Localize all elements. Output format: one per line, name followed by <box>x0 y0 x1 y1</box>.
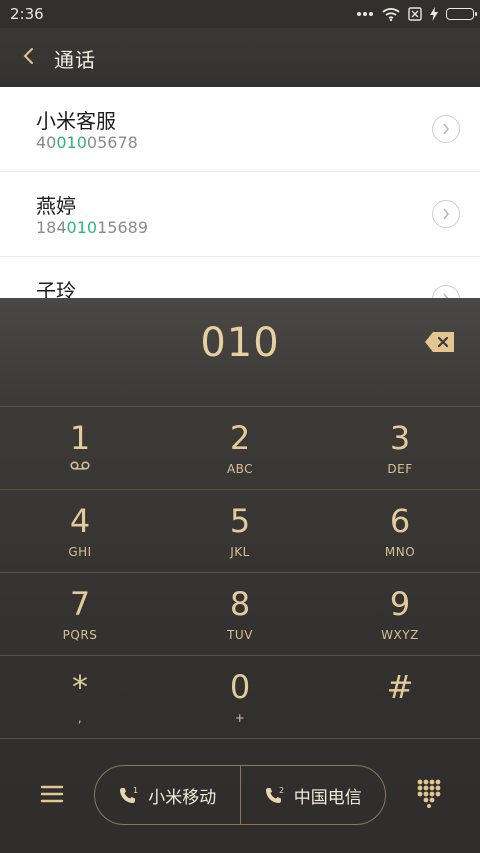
contact-match-list: 小米客服 4001005678 燕婷 18401015689 子玲 <box>0 87 480 298</box>
call-sim2-button[interactable]: 2 中国电信 <box>239 766 386 824</box>
keypad-row: 7 PQRS 8 TUV 9 WXYZ <box>0 573 480 656</box>
contact-name: 小米客服 <box>36 109 116 133</box>
key-digit: 5 <box>229 502 251 540</box>
dialer-bottom-bar: 1 小米移动 2 中国电信 <box>0 738 480 853</box>
key-letters: , <box>77 711 83 725</box>
dialer-panel: 010 1 2 ABC 3 DEF 4 GHI 5 JKL 6 MNO 7 PQ… <box>0 298 480 853</box>
key-letters: + <box>234 711 246 725</box>
dialpad-icon <box>417 779 441 808</box>
voicemail-icon <box>0 461 160 470</box>
dial-input[interactable]: 010 <box>0 320 480 366</box>
chevron-right-icon <box>443 208 449 220</box>
contact-row[interactable]: 燕婷 18401015689 <box>0 172 480 257</box>
contact-row[interactable]: 小米客服 4001005678 <box>0 87 480 172</box>
phone-sim2-icon: 2 <box>265 786 284 803</box>
status-time: 2:36 <box>10 5 44 23</box>
keypad-row: 1 2 ABC 3 DEF <box>0 407 480 490</box>
key-letters: ABC <box>226 462 254 476</box>
keypad-row: 4 GHI 5 JKL 6 MNO <box>0 490 480 573</box>
key-digit: 0 <box>229 668 251 706</box>
wifi-icon <box>382 7 400 21</box>
dial-display: 010 <box>0 298 480 407</box>
key-digit: 3 <box>389 419 411 457</box>
backspace-icon <box>425 332 454 352</box>
back-arrow-icon <box>23 48 33 64</box>
key-letters: MNO <box>384 545 416 559</box>
key-1[interactable]: 1 <box>0 407 160 489</box>
svg-text:1: 1 <box>133 786 138 795</box>
key-2[interactable]: 2 ABC <box>160 407 320 489</box>
menu-icon <box>40 785 64 803</box>
key-letters: PQRS <box>62 628 98 642</box>
key-digit: 7 <box>69 585 91 623</box>
number-suffix: 05678 <box>86 133 138 152</box>
chevron-right-icon <box>443 123 449 135</box>
key-letters: JKL <box>230 545 250 559</box>
no-sim-icon <box>408 7 422 21</box>
contact-detail-button[interactable] <box>432 115 460 143</box>
back-button[interactable] <box>14 42 42 70</box>
key-digit: 8 <box>229 585 251 623</box>
keypad-row: * , 0 + # <box>0 656 480 739</box>
number-match: 010 <box>66 218 98 237</box>
sim2-label: 中国电信 <box>293 787 362 808</box>
contact-name: 燕婷 <box>36 194 76 218</box>
keypad-toggle-button[interactable] <box>416 778 442 808</box>
menu-button[interactable] <box>38 780 66 808</box>
key-letters: TUV <box>227 628 253 642</box>
contact-detail-button[interactable] <box>432 200 460 228</box>
key-digit: 4 <box>69 502 91 540</box>
phone-sim1-icon: 1 <box>120 786 138 803</box>
sim1-label: 小米移动 <box>148 787 217 808</box>
key-hash[interactable]: # <box>320 656 480 738</box>
number-prefix: 40 <box>36 133 57 152</box>
contact-name: 子玲 <box>36 279 76 298</box>
key-5[interactable]: 5 JKL <box>160 490 320 572</box>
page-title: 通话 <box>54 48 96 72</box>
key-letters: DEF <box>387 462 413 476</box>
key-digit: # <box>386 668 414 706</box>
contact-number: 4001005678 <box>36 133 138 152</box>
key-9[interactable]: 9 WXYZ <box>320 573 480 655</box>
key-3[interactable]: 3 DEF <box>320 407 480 489</box>
status-bar: 2:36 <box>0 0 480 28</box>
contact-number: 18401015689 <box>36 218 148 237</box>
contact-detail-button[interactable] <box>432 285 460 298</box>
svg-text:2: 2 <box>279 786 284 795</box>
key-digit: * <box>72 668 88 706</box>
key-digit: 2 <box>229 419 251 457</box>
header-bar: 通话 <box>0 28 480 87</box>
key-6[interactable]: 6 MNO <box>320 490 480 572</box>
key-4[interactable]: 4 GHI <box>0 490 160 572</box>
key-star[interactable]: * , <box>0 656 160 738</box>
number-prefix: 184 <box>36 218 67 237</box>
key-digit: 1 <box>69 419 91 457</box>
number-suffix: 15689 <box>97 218 148 237</box>
call-button-group: 1 小米移动 2 中国电信 <box>94 765 386 825</box>
key-7[interactable]: 7 PQRS <box>0 573 160 655</box>
key-letters: WXYZ <box>381 628 419 642</box>
backspace-button[interactable] <box>424 330 456 354</box>
key-digit: 9 <box>389 585 411 623</box>
key-0[interactable]: 0 + <box>160 656 320 738</box>
more-dots-icon <box>356 11 374 17</box>
key-8[interactable]: 8 TUV <box>160 573 320 655</box>
key-letters: GHI <box>68 545 92 559</box>
number-match: 010 <box>56 133 87 152</box>
keypad: 1 2 ABC 3 DEF 4 GHI 5 JKL 6 MNO 7 PQRS 8… <box>0 407 480 739</box>
key-digit: 6 <box>389 502 411 540</box>
status-icons <box>356 6 477 22</box>
battery-icon <box>446 8 477 20</box>
charging-icon <box>430 7 438 21</box>
call-sim1-button[interactable]: 1 小米移动 <box>95 766 240 824</box>
contact-row[interactable]: 子玲 <box>0 257 480 298</box>
